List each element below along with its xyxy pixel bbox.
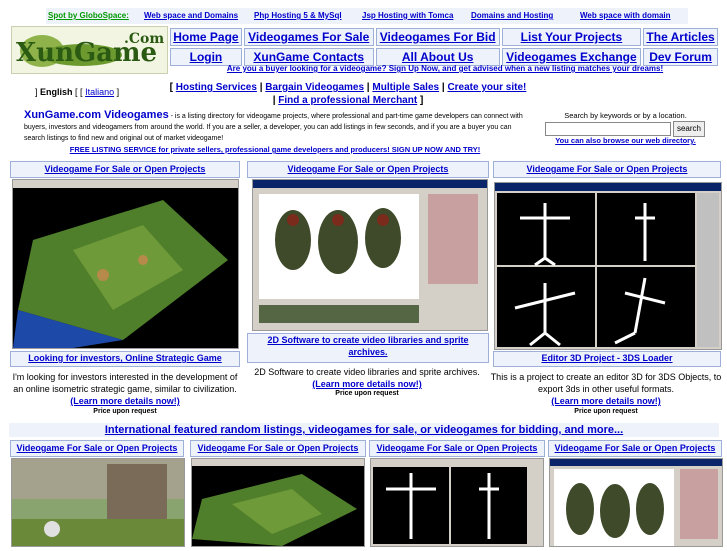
nav-videogames-for-sale[interactable]: Videogames For Sale [243, 28, 374, 46]
card-2-learn-more[interactable]: (Learn more details now!) [312, 379, 422, 389]
card-1-price: Price upon request [93, 408, 157, 415]
card-1-title[interactable]: Videogame For Sale or Open Projects [10, 161, 240, 178]
featured-3-title[interactable]: Videogame For Sale or Open Projects [369, 440, 545, 457]
card-3-description: This is a project to create an editor 3D… [490, 372, 722, 406]
card-2-price: Price upon request [335, 390, 399, 397]
nav-home[interactable]: Home Page [170, 28, 242, 46]
logo-graphic: XunGame .Com [16, 31, 164, 68]
card-1-caption[interactable]: Looking for investors, Online Strategic … [10, 351, 240, 367]
sponsor-link-webspace-domain[interactable]: Web space with domain [580, 11, 671, 20]
search-input[interactable] [545, 122, 671, 136]
featured-4-title[interactable]: Videogame For Sale or Open Projects [548, 440, 722, 457]
main-nav: Home Page Videogames For Sale Videogames… [168, 26, 720, 68]
service-links: [ Hosting Services | Bargain Videogames … [169, 82, 527, 106]
card-3-screenshot[interactable] [494, 182, 722, 350]
sponsor-link-webspace[interactable]: Web space and Domains [144, 11, 238, 20]
featured-2-screenshot[interactable] [191, 458, 365, 547]
lang-italiano[interactable]: Italiano [85, 87, 114, 97]
card-1-description: I'm looking for investors interested in … [12, 372, 238, 406]
site-logo[interactable]: XunGame .Com [11, 26, 168, 74]
card-2-description: 2D Software to create video libraries an… [254, 367, 480, 389]
buyer-signup-promo[interactable]: Are you a buyer looking for a videogame?… [200, 64, 690, 73]
featured-1-title[interactable]: Videogame For Sale or Open Projects [10, 440, 184, 457]
card-3-caption[interactable]: Editor 3D Project - 3DS Loader [493, 351, 721, 367]
sponsor-link-jsp[interactable]: Jsp Hosting with Tomca [362, 11, 453, 20]
nav-videogames-for-bid[interactable]: Videogames For Bid [375, 28, 500, 46]
browse-directory-link[interactable]: You can also browse our web directory. [548, 136, 703, 145]
card-2-caption[interactable]: 2D Software to create video libraries an… [247, 333, 489, 363]
link-find-merchant[interactable]: Find a professional Merchant [278, 95, 417, 106]
card-1-learn-more[interactable]: (Learn more details now!) [70, 396, 180, 406]
featured-2-title[interactable]: Videogame For Sale or Open Projects [190, 440, 366, 457]
sponsor-link-domains[interactable]: Domains and Hosting [471, 11, 553, 20]
free-listing-link[interactable]: FREE LISTING SERVICE for private sellers… [60, 145, 490, 154]
nav-articles[interactable]: The Articles [643, 28, 718, 46]
svg-text:.Com: .Com [124, 31, 164, 47]
search-label: Search by keywords or by a location. [564, 111, 687, 120]
featured-4-screenshot[interactable] [549, 458, 723, 547]
nav-list-projects[interactable]: List Your Projects [501, 28, 642, 46]
card-2-title[interactable]: Videogame For Sale or Open Projects [247, 161, 489, 178]
intro-heading[interactable]: XunGame.com Videogames [24, 109, 169, 121]
search-button[interactable]: search [673, 121, 705, 137]
card-3-title[interactable]: Videogame For Sale or Open Projects [493, 161, 721, 178]
sponsor-link-php[interactable]: Php Hosting 5 & MySql [254, 11, 342, 20]
intro-text: XunGame.com Videogames - is a listing di… [24, 109, 523, 143]
language-switch: ] English [ [ Italiano ] [35, 87, 120, 97]
link-multiple-sales[interactable]: Multiple Sales [372, 82, 439, 93]
featured-1-screenshot[interactable] [11, 458, 185, 547]
sponsor-label[interactable]: Spot by GloboSpace: [48, 11, 129, 20]
sponsor-bar: Spot by GloboSpace: Web space and Domain… [46, 8, 688, 24]
card-3-price: Price upon request [574, 408, 638, 415]
card-1-screenshot[interactable] [12, 179, 239, 349]
link-bargain[interactable]: Bargain Videogames [265, 82, 364, 93]
link-hosting[interactable]: Hosting Services [176, 82, 257, 93]
lang-current: English [40, 87, 73, 97]
card-3-learn-more[interactable]: (Learn more details now!) [551, 396, 661, 406]
card-2-screenshot[interactable] [252, 179, 488, 331]
link-create-site[interactable]: Create your site! [447, 82, 526, 93]
featured-listings-heading[interactable]: International featured random listings, … [9, 423, 719, 437]
featured-3-screenshot[interactable] [370, 458, 544, 547]
